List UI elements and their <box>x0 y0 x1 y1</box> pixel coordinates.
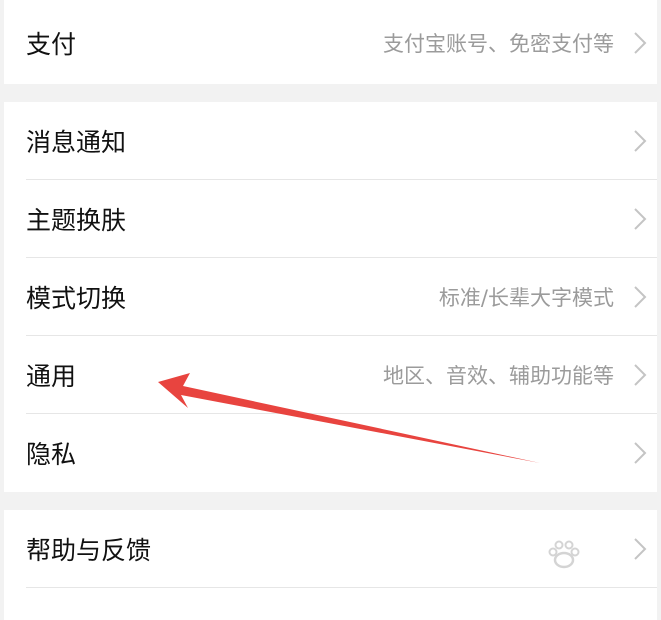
chevron-right-icon <box>634 286 647 308</box>
chevron-right-icon <box>634 442 647 464</box>
settings-row-detail: 地区、音效、辅助功能等 <box>383 364 614 388</box>
settings-row-help-feedback[interactable]: 帮助与反馈 <box>4 510 657 588</box>
settings-row-detail: 支付宝账号、免密支付等 <box>383 32 614 56</box>
chevron-right-icon <box>634 364 647 386</box>
settings-group-payment: 支付 支付宝账号、免密支付等 <box>4 0 657 84</box>
row-divider <box>26 587 657 588</box>
settings-row-label: 消息通知 <box>26 128 127 157</box>
settings-row-privacy[interactable]: 隐私 <box>4 414 657 492</box>
settings-row-detail: 标准/长辈大字模式 <box>438 286 614 310</box>
chevron-right-icon <box>634 538 647 560</box>
chevron-right-icon <box>634 32 647 54</box>
settings-group-help: 帮助与反馈 <box>4 510 657 620</box>
chevron-right-icon <box>634 208 647 230</box>
settings-row-notifications[interactable]: 消息通知 <box>4 102 657 180</box>
settings-row-theme[interactable]: 主题换肤 <box>4 180 657 258</box>
settings-row-label: 隐私 <box>26 440 77 469</box>
settings-row-payment[interactable]: 支付 支付宝账号、免密支付等 <box>4 4 657 82</box>
settings-row-general[interactable]: 通用 地区、音效、辅助功能等 <box>4 336 657 414</box>
settings-row-label: 模式切换 <box>26 284 127 313</box>
settings-row-label: 支付 <box>26 30 77 59</box>
settings-group-general: 消息通知 主题换肤 模式切换 标准/长辈大字模式 通用 地区、音效、辅助功能等 … <box>4 102 657 492</box>
settings-row-label: 通用 <box>26 362 77 391</box>
settings-row-label: 帮助与反馈 <box>26 536 152 565</box>
settings-row-mode-switch[interactable]: 模式切换 标准/长辈大字模式 <box>4 258 657 336</box>
settings-row-label: 主题换肤 <box>26 206 127 235</box>
chevron-right-icon <box>634 130 647 152</box>
